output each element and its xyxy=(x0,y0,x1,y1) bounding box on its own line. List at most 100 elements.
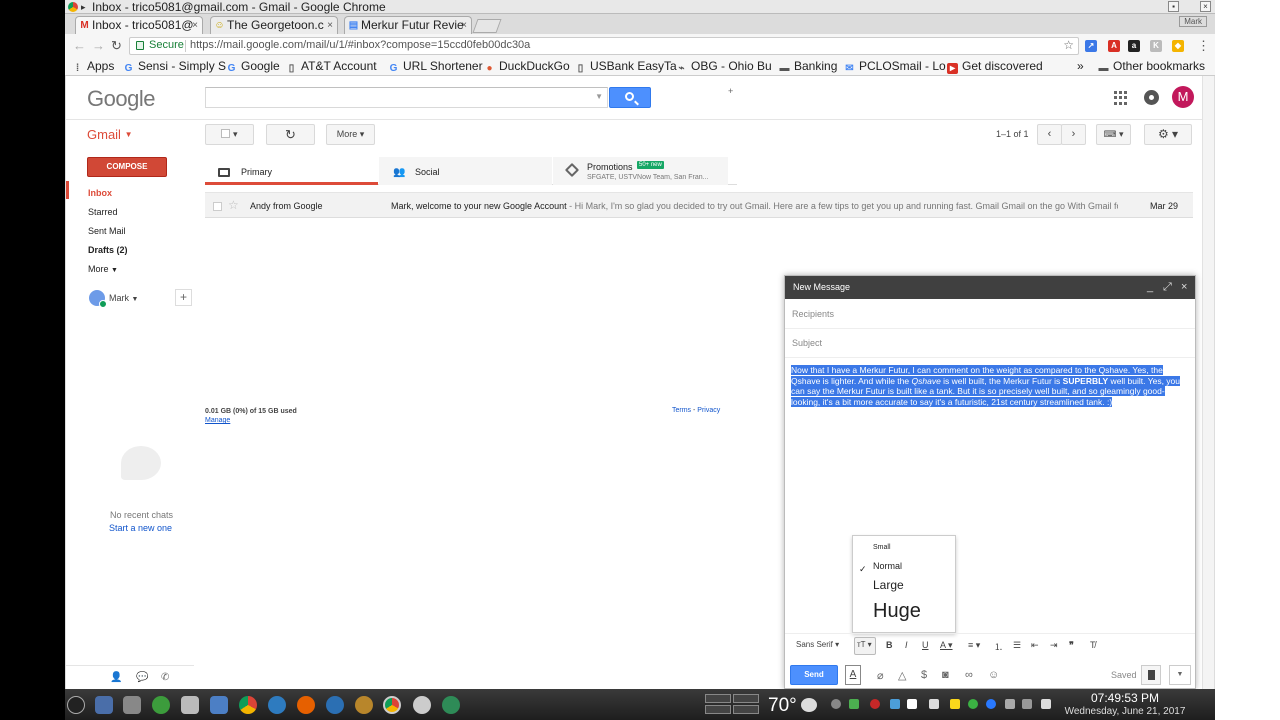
bookmark-get-discovered[interactable]: ▸ Get discovered xyxy=(947,59,1043,74)
search-button[interactable] xyxy=(609,87,651,108)
tab-social[interactable]: 👥 Social xyxy=(379,157,552,185)
indent-less-icon[interactable]: ⇤ xyxy=(1031,640,1039,651)
bookmark-banking[interactable]: ▬ Banking xyxy=(779,59,838,74)
hangouts-icon[interactable]: 💬 xyxy=(136,672,148,683)
extension-icon[interactable]: ↗ xyxy=(1085,40,1097,52)
tray-icon[interactable] xyxy=(849,699,859,709)
start-new-chat-link[interactable]: Start a new one xyxy=(109,523,172,533)
sidebar-item-sent[interactable]: Sent Mail xyxy=(88,226,126,236)
settings-button[interactable]: ⚙ ▾ xyxy=(1144,124,1192,145)
google-apps-icon[interactable] xyxy=(1114,91,1128,105)
emoji-icon[interactable]: ☺ xyxy=(988,669,999,681)
size-option-huge[interactable]: Huge xyxy=(873,600,921,623)
drive-icon[interactable]: △ xyxy=(898,669,906,682)
sidebar-item-starred[interactable]: Starred xyxy=(88,207,118,217)
tray-icon[interactable] xyxy=(929,699,939,709)
extension-icon[interactable]: K xyxy=(1150,40,1162,52)
close-tab-icon[interactable]: × xyxy=(192,17,198,34)
dropbox-icon[interactable] xyxy=(907,699,917,709)
chrome-menu-icon[interactable]: ⋮ xyxy=(1197,38,1210,54)
recipients-field[interactable]: Recipients xyxy=(785,300,1195,329)
app-icon[interactable] xyxy=(355,696,373,714)
bookmarks-overflow-button[interactable]: » xyxy=(1077,59,1084,74)
newer-button[interactable]: ‹ xyxy=(1037,124,1062,145)
table-row[interactable]: ☆ Andy from Google Mark, welcome to your… xyxy=(205,192,1193,218)
tray-icon[interactable] xyxy=(890,699,900,709)
chrome-icon[interactable] xyxy=(239,696,257,714)
workspace-switcher[interactable] xyxy=(705,694,761,716)
new-tab-button[interactable] xyxy=(472,19,502,33)
tray-icon[interactable] xyxy=(1005,699,1015,709)
input-tools-button[interactable]: ⌨ ▾ xyxy=(1096,124,1131,145)
amazon-icon[interactable]: a xyxy=(1128,40,1140,52)
terms-link[interactable]: Terms xyxy=(672,407,691,414)
underline-icon[interactable]: U xyxy=(922,640,929,650)
weather-temperature[interactable]: 70° xyxy=(768,695,797,717)
subject-field[interactable]: Subject xyxy=(785,329,1195,358)
tab-georgetoon[interactable]: ☺ The Georgetoon.c × xyxy=(210,16,338,34)
message-body[interactable]: Now that I have a Merkur Futur, I can co… xyxy=(791,365,1191,407)
numbered-list-icon[interactable]: ⒈ xyxy=(994,640,1003,653)
tools-icon[interactable] xyxy=(123,696,141,714)
money-icon[interactable]: $ xyxy=(921,669,927,681)
package-icon[interactable] xyxy=(181,696,199,714)
search-options-icon[interactable]: ▼ xyxy=(595,92,603,101)
tab-gmail-inbox[interactable]: M Inbox - trico5081@ × xyxy=(75,16,203,34)
address-bar[interactable]: Secure https://mail.google.com/mail/u/1/… xyxy=(129,37,1079,55)
sidebar-item-inbox[interactable]: Inbox xyxy=(88,188,112,198)
more-actions-button[interactable]: More ▾ xyxy=(326,124,375,145)
forward-icon[interactable]: → xyxy=(92,38,105,53)
expand-icon[interactable]: ⤢ xyxy=(1163,276,1172,299)
url-text[interactable]: https://mail.google.com/mail/u/1/#inbox?… xyxy=(190,39,530,51)
tab-promotions[interactable]: Promotions 50+ new SFGATE, USTVNow Team,… xyxy=(553,157,728,185)
quote-icon[interactable]: ❞ xyxy=(1069,640,1074,651)
compose-header[interactable]: New Message _ ⤢ × xyxy=(785,276,1195,299)
thunderbird-icon[interactable] xyxy=(326,696,344,714)
tag-extension-icon[interactable]: ◆ xyxy=(1172,40,1184,52)
row-checkbox[interactable] xyxy=(213,202,222,211)
italic-icon[interactable]: I xyxy=(905,640,908,650)
size-option-normal[interactable]: Normal xyxy=(873,561,902,571)
reload-icon[interactable]: ↻ xyxy=(111,38,122,54)
back-icon[interactable]: ← xyxy=(73,38,86,53)
bookmark-pclosmail[interactable]: ✉ PCLOSmail - Lo xyxy=(844,59,945,74)
font-family-select[interactable]: Sans Serif ▾ xyxy=(796,640,839,649)
search-app-icon[interactable] xyxy=(413,696,431,714)
photo-icon[interactable]: ◙ xyxy=(942,669,949,681)
discard-draft-button[interactable] xyxy=(1141,665,1161,685)
manage-storage-link[interactable]: Manage xyxy=(205,417,230,424)
profile-button[interactable]: Mark xyxy=(1179,16,1207,27)
chrome-running-icon[interactable] xyxy=(383,696,401,714)
bookmark-usbank[interactable]: ▯ USBank EasyTa xyxy=(575,59,677,74)
clock[interactable]: 07:49:53 PM Wednesday, June 21, 2017 xyxy=(1050,691,1200,718)
xfce-icon[interactable] xyxy=(152,696,170,714)
tray-icon[interactable] xyxy=(986,699,996,709)
info-icon[interactable] xyxy=(831,699,841,709)
document-icon[interactable] xyxy=(210,696,228,714)
attach-icon[interactable]: ⌀ xyxy=(877,669,884,682)
google-logo[interactable]: Google xyxy=(87,86,155,112)
bulleted-list-icon[interactable]: ☰ xyxy=(1013,640,1021,651)
minimize-button[interactable]: ▪ xyxy=(1168,1,1179,12)
sidebar-item-more[interactable]: More ▼ xyxy=(88,264,118,274)
phone-icon[interactable]: ✆ xyxy=(161,672,169,683)
compose-button[interactable]: COMPOSE xyxy=(87,157,167,177)
avatar[interactable]: M xyxy=(1172,86,1194,108)
tray-icon[interactable] xyxy=(950,699,960,709)
hangouts-user[interactable]: Mark ▼ xyxy=(109,293,138,303)
formatting-options-icon[interactable]: A xyxy=(845,665,861,685)
star-icon[interactable]: ☆ xyxy=(228,198,239,212)
tab-merkur-review[interactable]: ▤ Merkur Futur Revie × xyxy=(344,16,472,34)
tray-icon[interactable] xyxy=(870,699,880,709)
close-tab-icon[interactable]: × xyxy=(461,17,467,34)
weather-icon[interactable] xyxy=(801,698,817,712)
gmail-app-menu[interactable]: Gmail ▼ xyxy=(87,127,133,142)
bookmark-sensi[interactable]: G Sensi - Simply S xyxy=(123,59,226,74)
close-tab-icon[interactable]: × xyxy=(327,17,333,34)
remove-formatting-icon[interactable]: T̸ xyxy=(1090,640,1096,650)
app-icon[interactable] xyxy=(442,696,460,714)
select-checkbox-button[interactable]: ▾ xyxy=(205,124,254,145)
notifications-icon[interactable] xyxy=(1144,90,1159,105)
minimize-icon[interactable]: _ xyxy=(1147,276,1153,299)
bookmark-url-shortener[interactable]: G URL Shortener xyxy=(388,59,483,74)
